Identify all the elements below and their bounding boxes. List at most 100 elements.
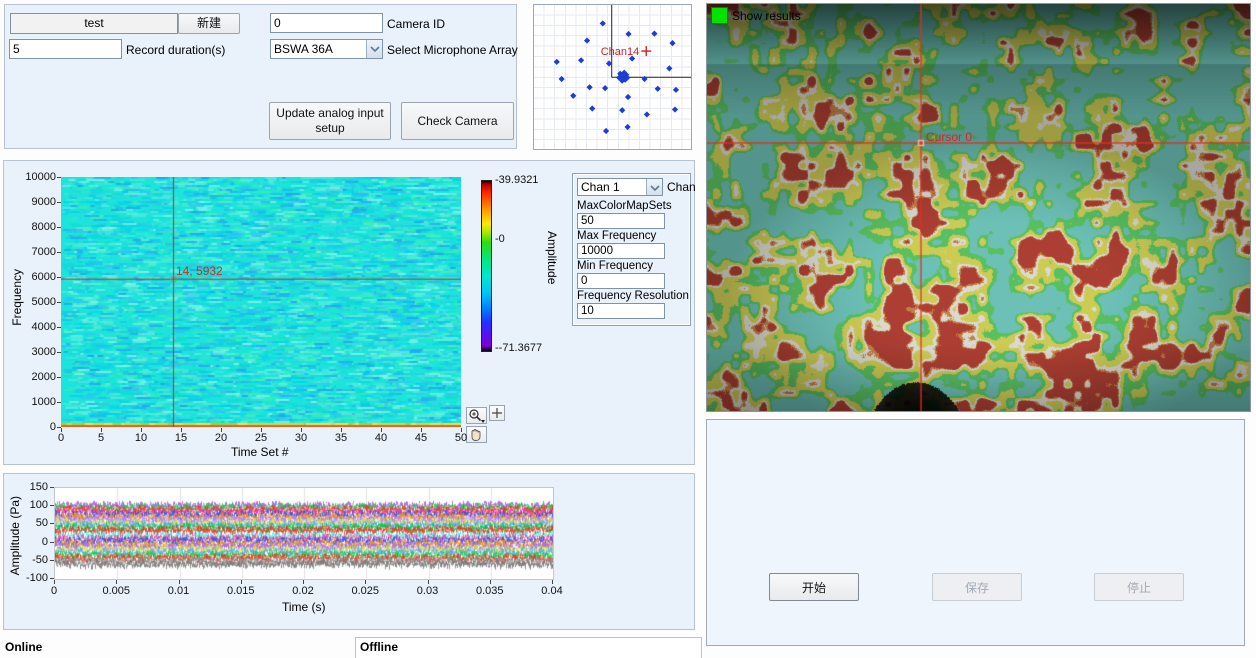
mic-array-plot[interactable]: Chan14 [533,4,692,150]
axis-tick-mark [428,580,429,584]
axis-tick-label: 7000 [18,246,56,258]
colorbar-zero-label: -0 [495,233,505,245]
axis-tick-mark [57,352,61,353]
axis-tick-mark [57,327,61,328]
axis-tick-label: 0.035 [472,585,508,597]
waveform-canvas[interactable] [54,487,554,580]
axis-tick-mark [221,428,222,432]
show-results-indicator[interactable] [711,7,728,24]
stop-button[interactable]: 停止 [1094,573,1184,601]
camera-id-input[interactable] [270,13,383,33]
colorbar-axis-label: Amplitude [545,231,559,284]
axis-tick-mark [57,202,61,203]
axis-tick-label: 1000 [18,396,56,408]
axis-tick-label: 2000 [18,371,56,383]
colorbar-min-label: --71.3677 [495,342,542,354]
spectrogram-canvas[interactable] [61,177,461,427]
axis-tick-mark [50,542,54,543]
check-camera-button[interactable]: Check Camera [401,102,514,140]
axis-tick-label: 3000 [18,346,56,358]
axis-tick-mark [181,428,182,432]
channel-label: Chan [667,180,696,194]
app-window: test 新建 Record duration(s) Camera ID BSW… [0,0,1256,658]
axis-tick-label: 0.02 [285,585,321,597]
min-frequency-input[interactable] [577,273,665,289]
axis-tick-mark [461,428,462,432]
camera-result-view[interactable]: Show results Cursor 0 [706,3,1251,412]
max-colormap-label: MaxColorMapSets [577,200,689,212]
axis-tick-mark [57,427,61,428]
cursor-tool-button[interactable] [489,405,505,421]
camera-cursor-label[interactable]: Cursor 0 [926,130,972,144]
new-session-button[interactable]: 新建 [178,13,240,34]
axis-tick-label: 6000 [18,271,56,283]
axis-tick-mark [365,580,366,584]
mic-point [602,85,608,91]
axis-tick-label: 0 [36,585,72,597]
axis-tick-label: 9000 [18,196,56,208]
chevron-down-icon[interactable] [646,179,662,195]
axis-tick-label: 4000 [18,321,56,333]
max-frequency-input[interactable] [577,243,665,259]
mic-array-label: Select Microphone Array [387,43,518,57]
axis-tick-label: 0.005 [98,585,134,597]
mic-point [570,93,576,99]
zoom-tool-button[interactable] [466,407,487,424]
mic-cursor-label[interactable]: Chan14 [601,46,640,58]
session-name-field[interactable]: test [10,13,178,34]
mic-point [619,107,625,113]
mic-point [655,86,661,92]
max-colormap-input[interactable] [577,213,665,229]
waveform-xlabel: Time (s) [282,600,326,614]
axis-tick-label: 10000 [18,171,56,183]
mic-point [559,76,565,82]
mic-point [578,57,584,63]
channel-value: Chan 1 [581,180,620,194]
mic-point [584,37,590,43]
axis-tick-mark [50,487,54,488]
axis-tick-mark [50,523,54,524]
axis-tick-label: 25 [248,432,274,444]
record-duration-input[interactable] [9,39,122,59]
axis-tick-mark [179,580,180,584]
spectrogram-cursor-readout[interactable]: 14, 5932 [176,264,223,278]
axis-tick-mark [141,428,142,432]
axis-tick-mark [57,177,61,178]
camera-id-label: Camera ID [387,17,445,31]
axis-tick-mark [57,402,61,403]
mic-point [625,31,631,37]
mic-point [589,105,595,111]
axis-tick-label: -100 [10,572,48,584]
frequency-resolution-input[interactable] [577,303,665,319]
axis-tick-label: 20 [208,432,234,444]
axis-tick-mark [61,428,62,432]
update-analog-input-button[interactable]: Update analog input setup [269,102,391,140]
axis-tick-label: 150 [10,481,48,493]
chevron-down-icon[interactable] [366,40,382,58]
axis-tick-label: 0 [48,432,74,444]
save-button[interactable]: 保存 [932,573,1022,601]
colorbar-max-label: -39.9321 [495,174,538,186]
axis-tick-label: 100 [10,499,48,511]
axis-tick-mark [57,302,61,303]
start-button[interactable]: 开始 [769,573,859,601]
update-analog-line2: setup [315,121,344,135]
config-panel: test 新建 Record duration(s) Camera ID BSW… [4,4,517,149]
axis-tick-mark [303,580,304,584]
axis-tick-mark [57,377,61,378]
spectrogram-xlabel: Time Set # [231,445,289,459]
axis-tick-mark [421,428,422,432]
axis-tick-label: 0.01 [161,585,197,597]
axis-tick-label: 40 [368,432,394,444]
processing-controls-cluster: Chan 1 Chan MaxColorMapSets Max Frequenc… [572,173,691,326]
crosshair-icon [490,406,504,420]
axis-tick-label: 0.025 [347,585,383,597]
mic-point [625,94,631,100]
mic-array-select[interactable]: BSWA 36A [270,39,383,59]
axis-tick-label: 35 [328,432,354,444]
beamform-overlay-canvas[interactable] [707,4,1250,411]
axis-tick-mark [490,580,491,584]
record-duration-label: Record duration(s) [126,43,225,57]
axis-tick-mark [301,428,302,432]
channel-select[interactable]: Chan 1 [577,178,663,196]
